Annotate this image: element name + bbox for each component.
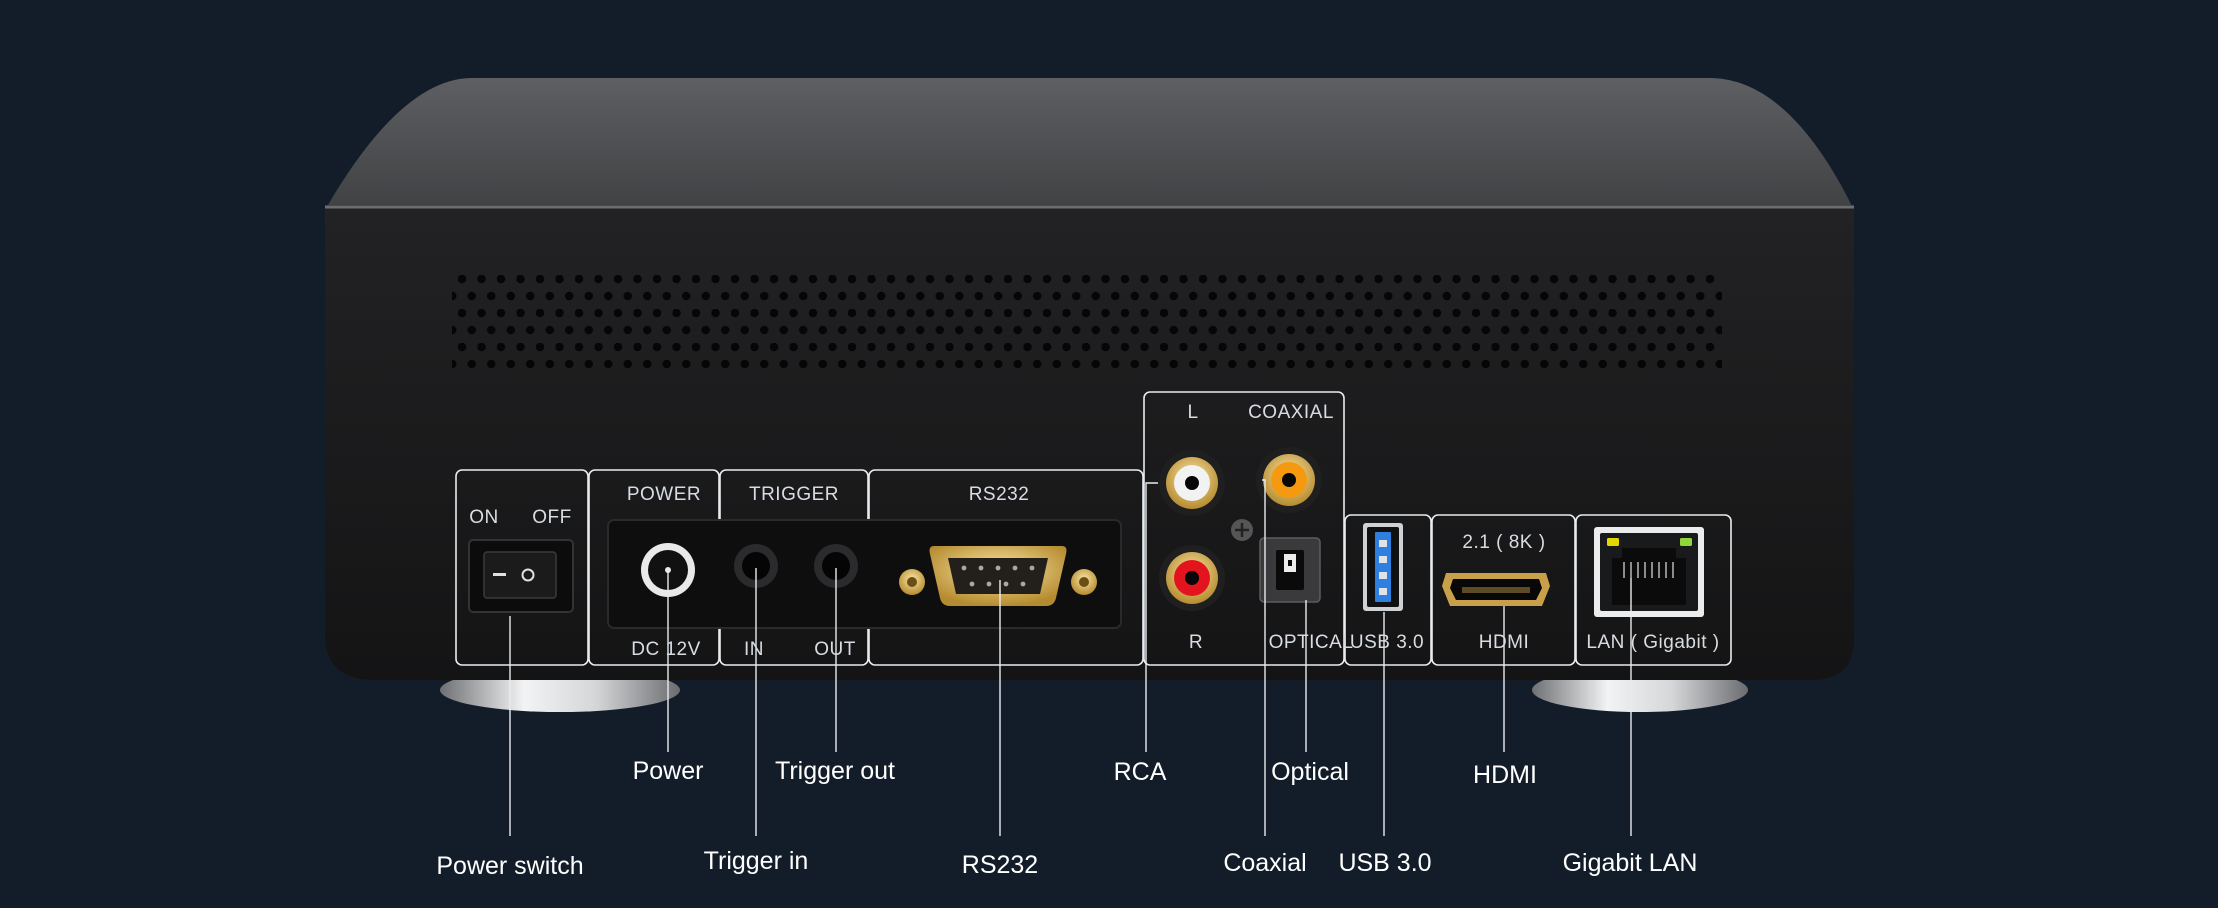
callout-usb: USB 3.0	[1338, 849, 1431, 877]
label-trigger: TRIGGER	[749, 484, 839, 505]
label-dc: DC 12V	[631, 639, 701, 660]
ground-screw-icon	[1231, 519, 1253, 541]
label-hdmi-version: 2.1 ( 8K )	[1462, 532, 1545, 553]
label-on: ON	[469, 507, 499, 528]
label-trigger-in: IN	[744, 639, 764, 660]
label-rca-l: L	[1187, 402, 1198, 423]
label-coaxial: COAXIAL	[1248, 402, 1334, 423]
label-usb: USB 3.0	[1350, 632, 1424, 653]
label-rca-r: R	[1189, 632, 1203, 653]
rca-left-jack[interactable]	[1159, 450, 1225, 516]
callout-optical: Optical	[1271, 758, 1349, 786]
callout-trigger-in: Trigger in	[704, 847, 809, 875]
coaxial-jack[interactable]	[1256, 447, 1322, 513]
label-lan: LAN ( Gigabit )	[1586, 632, 1719, 653]
product-rear-view: ON OFF POWER DC 12V TRIGGER IN OUT RS232…	[0, 0, 2218, 908]
optical-port[interactable]	[1259, 537, 1321, 603]
callout-trigger-out: Trigger out	[775, 757, 895, 785]
callout-hdmi: HDMI	[1473, 761, 1537, 789]
label-optical: OPTICAL	[1269, 632, 1354, 653]
label-hdmi: HDMI	[1479, 632, 1530, 653]
callout-rca: RCA	[1114, 758, 1167, 786]
label-off: OFF	[532, 507, 572, 528]
label-power: POWER	[627, 484, 701, 505]
label-trigger-out: OUT	[814, 639, 856, 660]
rca-right-jack[interactable]	[1159, 545, 1225, 611]
callout-power-switch: Power switch	[436, 852, 583, 880]
lan-port[interactable]	[1594, 527, 1704, 617]
power-rocker-switch[interactable]	[468, 539, 574, 613]
callout-lan: Gigabit LAN	[1563, 849, 1698, 877]
usb3-port[interactable]	[1363, 523, 1403, 611]
hdmi-port[interactable]	[1442, 573, 1550, 606]
label-rs232: RS232	[969, 484, 1030, 505]
callout-coaxial: Coaxial	[1223, 849, 1306, 877]
callout-power: Power	[633, 757, 704, 785]
callout-rs232: RS232	[962, 851, 1038, 879]
vent-grille	[452, 270, 1722, 374]
